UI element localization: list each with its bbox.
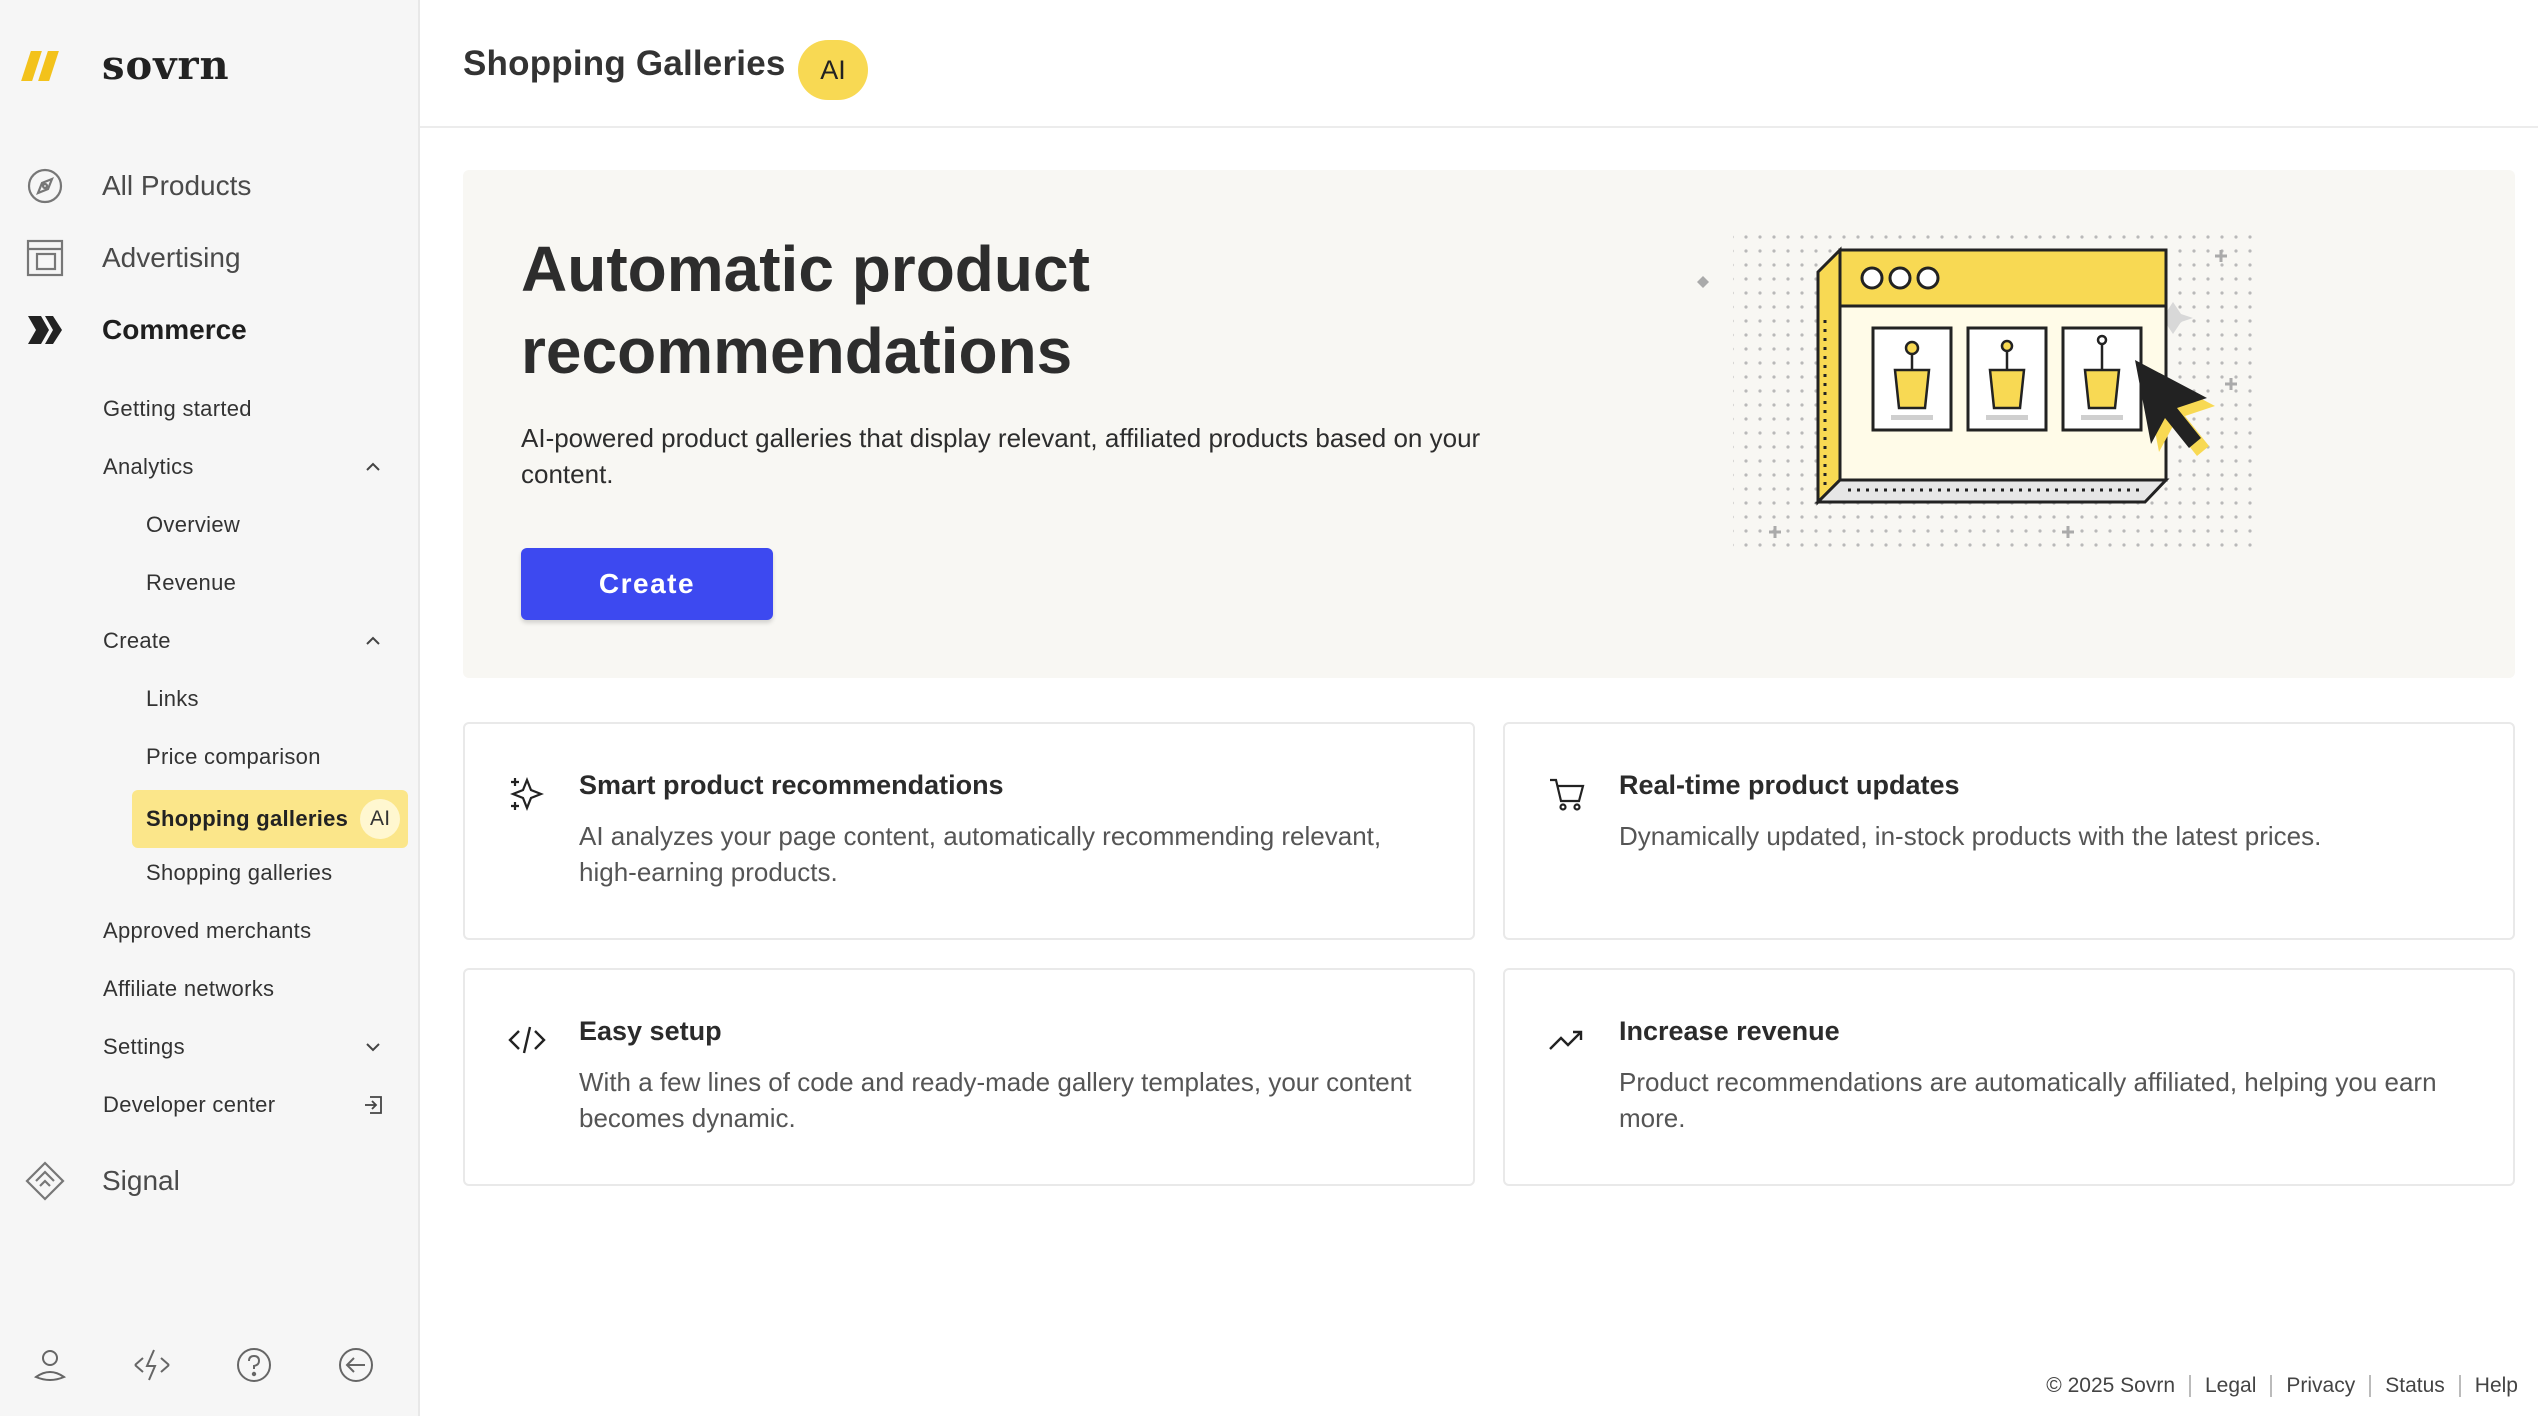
chevron-down-icon [366,1043,380,1052]
sidebar-item-revenue[interactable]: Revenue [0,554,418,612]
activity-icon[interactable] [132,1345,172,1385]
user-icon[interactable] [30,1345,70,1385]
sidebar-item-shopping-galleries-ai[interactable]: Shopping galleries AI [0,786,418,848]
sovrn-mark-icon [21,50,59,81]
sidebar-item-label: Affiliate networks [103,976,275,1001]
feature-description: Dynamically updated, in-stock products w… [1619,821,2322,851]
selected-pill: Shopping galleries AI [132,790,408,848]
nav-signal[interactable]: Signal [24,1145,180,1217]
brand-logo[interactable]: sovrn [21,42,230,89]
logout-icon[interactable] [336,1345,376,1385]
feature-title: Smart product recommendations [579,770,1004,800]
ai-badge: AI [360,799,401,839]
footer-separator [2458,1375,2461,1397]
sidebar-item-getting-started[interactable]: Getting started [0,380,418,438]
feature-description: AI analyzes your page content, automatic… [579,821,1382,887]
sidebar-item-label: Developer center [103,1092,276,1117]
nav-commerce[interactable]: Commerce [24,294,404,366]
footer-link-privacy[interactable]: Privacy [2286,1374,2355,1398]
sidebar-item-overview[interactable]: Overview [0,496,418,554]
compass-icon [24,165,66,207]
feature-title: Easy setup [579,1016,722,1046]
sidebar-item-label: Settings [103,1034,185,1059]
sidebar-item-label: Create [103,628,171,653]
external-link-icon [365,1096,382,1114]
footer-link-help[interactable]: Help [2475,1374,2518,1398]
nav-label: All Products [102,170,252,201]
page-footer: © 2025 Sovrn Legal Privacy Status Help [2046,1374,2518,1398]
hero-title: Automatic product recommendations [521,233,1090,387]
sidebar-item-affiliate-networks[interactable]: Affiliate networks [0,960,418,1018]
page-header: Shopping Galleries AI [420,0,2538,128]
page-title: Shopping Galleries [463,44,786,83]
layout-icon [24,237,66,279]
footer-link-legal[interactable]: Legal [2205,1374,2256,1398]
sparkle-icon [510,777,544,811]
sidebar-item-label: Revenue [146,570,237,595]
sidebar-item-developer-center[interactable]: Developer center [0,1076,418,1134]
footer-separator [2189,1375,2191,1397]
copyright-text: © 2025 Sovrn [2046,1374,2175,1397]
feature-title: Real-time product updates [1619,770,1960,800]
sidebar-item-label: Shopping galleries [146,860,333,885]
nav-label: Advertising [102,242,241,273]
hero-banner: Automatic product recommendations AI-pow… [463,170,2515,678]
feature-description: Product recommendations are automaticall… [1619,1067,2437,1133]
code-icon [508,1026,546,1054]
sidebar-item-links[interactable]: Links [0,670,418,728]
nav-all-products[interactable]: All Products [24,150,404,222]
sidebar-item-label: Links [146,686,199,711]
footer-separator [2270,1375,2273,1397]
cart-icon [1550,778,1585,811]
sidebar-item-create[interactable]: Create [0,612,418,670]
feature-card-increase-revenue: Increase revenue Product recommendations… [1503,968,2515,1186]
sidebar-item-price-comparison[interactable]: Price comparison [0,728,418,786]
chevron-up-icon [366,462,380,471]
nav-advertising[interactable]: Advertising [24,222,404,294]
gallery-illustration [1697,230,2253,550]
sidebar-item-label: Analytics [103,454,194,479]
sidebar-item-label: Approved merchants [103,918,312,943]
feature-title: Increase revenue [1619,1016,1840,1046]
sidebar-item-analytics[interactable]: Analytics [0,438,418,496]
feature-card-realtime-updates: Real-time product updates Dynamically up… [1503,722,2515,940]
sidebar-item-settings[interactable]: Settings [0,1018,418,1076]
sidebar-footer-icons [30,1345,376,1385]
footer-link-status[interactable]: Status [2385,1374,2445,1398]
ai-badge: AI [798,40,868,100]
product-nav: All Products Advertising Commerce [24,150,404,366]
commerce-chevrons-icon [24,309,66,351]
feature-description: With a few lines of code and ready-made … [579,1067,1412,1133]
sidebar-item-label: Overview [146,512,241,537]
feature-card-smart-recommendations: Smart product recommendations AI analyze… [463,722,1475,940]
sidebar-item-approved-merchants[interactable]: Approved merchants [0,902,418,960]
nav-label: Commerce [102,314,247,345]
create-button[interactable]: Create [521,548,773,620]
footer-separator [2369,1375,2372,1397]
feature-card-easy-setup: Easy setup With a few lines of code and … [463,968,1475,1186]
sidebar-item-shopping-galleries[interactable]: Shopping galleries [0,844,418,902]
signal-diamond-icon [24,1160,66,1202]
nav-label: Signal [102,1165,180,1196]
sidebar-item-label: Shopping galleries [146,806,349,831]
help-icon[interactable] [234,1345,274,1385]
hero-description: AI-powered product galleries that displa… [521,423,1481,489]
trending-up-icon [1549,1030,1583,1050]
brand-name: sovrn [102,42,230,89]
sidebar-item-label: Price comparison [146,744,321,769]
commerce-subnav: Getting started Analytics Overview Reven… [0,380,418,1134]
chevron-up-icon [366,636,380,645]
sidebar: sovrn All Products Advertising Commerce … [0,0,420,1416]
sidebar-item-label: Getting started [103,396,252,421]
